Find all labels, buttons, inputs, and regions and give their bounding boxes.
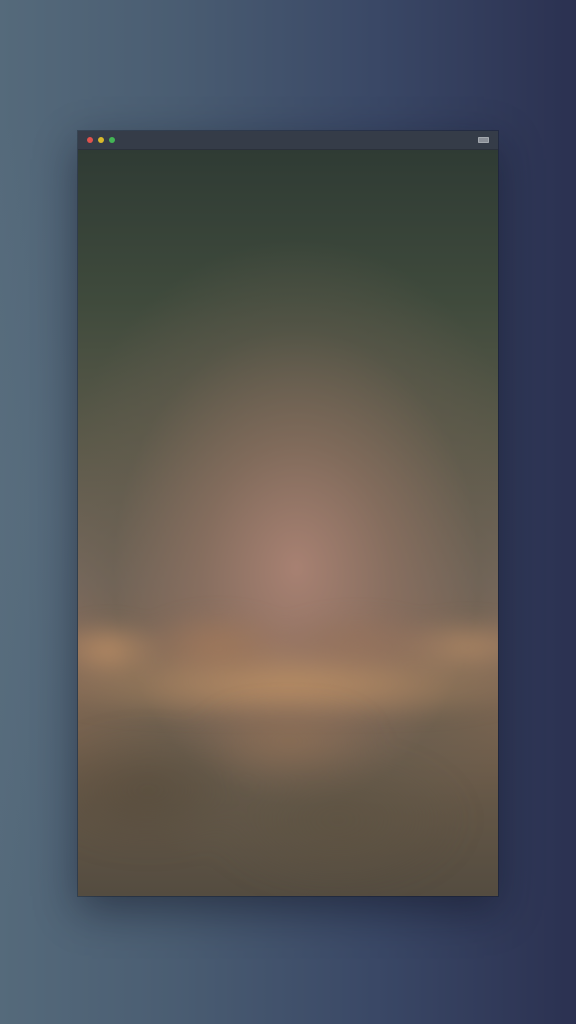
window-menu-icon[interactable] [478, 137, 489, 143]
cloud-shadow-layer [78, 710, 498, 896]
close-window-button[interactable] [87, 137, 93, 143]
minimize-window-button[interactable] [98, 137, 104, 143]
zoom-window-button[interactable] [109, 137, 115, 143]
app-window [78, 131, 498, 896]
sky-clouds-image [78, 150, 498, 896]
window-titlebar[interactable] [78, 131, 498, 150]
cloud-layer [78, 605, 498, 715]
